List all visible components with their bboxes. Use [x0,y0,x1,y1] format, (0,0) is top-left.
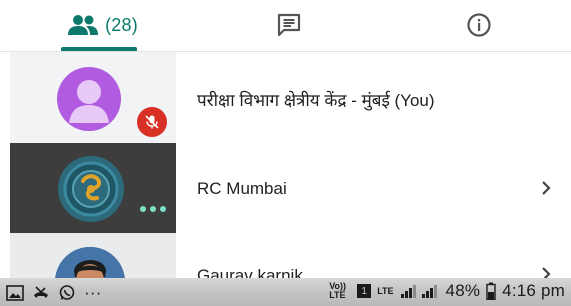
participant-tile [10,233,176,278]
lte-indicator: LTE [377,285,394,296]
sim-number: 1 [361,285,367,297]
participant-count: (28) [105,14,138,35]
image-icon [6,285,24,301]
more-options-dots [140,206,166,212]
chat-icon [277,13,301,37]
left-margin [0,52,10,278]
clock: 4:16 pm [502,281,565,300]
participant-row[interactable]: परीक्षा विभाग क्षेत्रीय केंद्र - मुंबई (… [10,52,571,143]
more-notifications: ··· [84,283,102,302]
system-indicators: Vo)) LTE 1 LTE 48% 4:16 pm [329,281,565,301]
participant-name: Gaurav karnik [197,266,303,278]
tab-bar: (28) [0,0,571,52]
participant-tile [10,52,176,143]
battery-icon [486,282,496,300]
participant-name: परीक्षा विभाग क्षेत्रीय केंद्र - मुंबई (… [197,91,435,110]
participant-row[interactable]: Gaurav karnik [10,233,571,278]
people-icon [68,15,99,35]
participant-tile [10,143,176,233]
default-user-icon [57,67,121,131]
tab-people[interactable]: (28) [40,0,165,50]
participant-row[interactable]: RC Mumbai [10,143,571,233]
tab-chat[interactable] [228,0,350,50]
battery-percent: 48% [445,281,481,300]
status-bar: ··· Vo)) LTE 1 LTE 48% 4:16 pm [0,278,571,306]
participant-name: RC Mumbai [197,179,287,198]
info-icon [467,13,491,37]
tab-info[interactable] [418,0,540,50]
user-photo [55,247,125,278]
whatsapp-icon [59,285,75,300]
organization-logo [56,154,126,224]
signal-strength-icon [400,285,437,298]
chevron-right-icon[interactable] [539,266,553,278]
missed-call-icon [34,286,48,298]
mic-off-icon [137,107,167,137]
notification-icons: ··· [6,283,102,303]
volte-indicator: Vo)) LTE [329,281,347,300]
sim-badge: 1 [357,284,372,298]
chevron-right-icon[interactable] [539,180,553,196]
